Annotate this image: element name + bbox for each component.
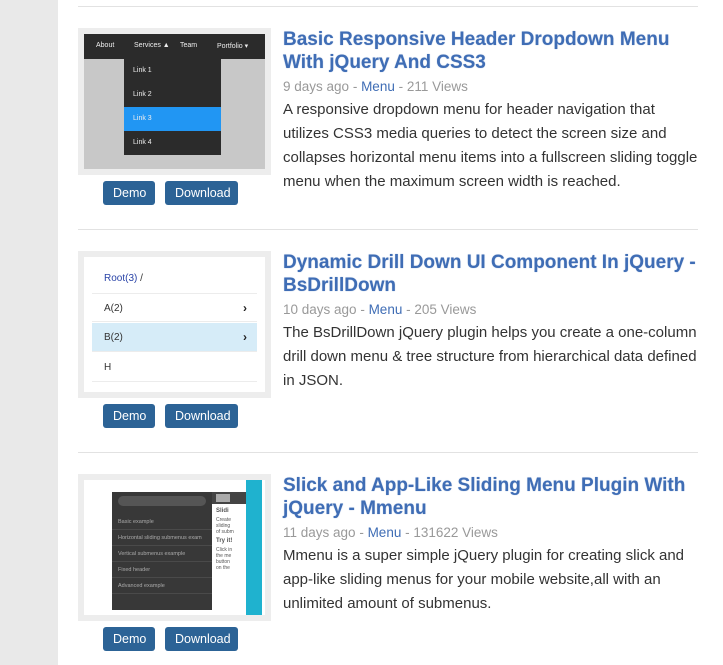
thumb-search-bar: [118, 496, 206, 506]
thumb-heading: Try it!: [216, 538, 233, 544]
download-button[interactable]: Download: [165, 627, 238, 651]
divider: [78, 6, 698, 7]
content-panel: About Services ▲ Team Portfolio ▾ Link 1…: [58, 0, 723, 665]
plugin-title[interactable]: Dynamic Drill Down UI Component In jQuer…: [283, 251, 698, 297]
thumbnail-image[interactable]: Root(3) / A(2) › B(2) › H: [84, 257, 265, 392]
category-link[interactable]: Menu: [369, 302, 403, 317]
thumb-row: B(2) ›: [92, 323, 257, 352]
thumb-text: on the: [216, 565, 230, 571]
demo-button[interactable]: Demo: [103, 404, 155, 428]
view-count: - 211 Views: [394, 79, 468, 94]
thumb-menu-item: Advanced example: [112, 578, 212, 594]
download-button[interactable]: Download: [165, 181, 238, 205]
plugin-meta: 11 days ago - Menu - 131622 Views: [283, 525, 498, 540]
thumb-menu-item: Basic example: [112, 514, 212, 530]
view-count: - 205 Views: [402, 302, 477, 317]
thumb-crumb-separator: /: [137, 273, 143, 284]
thumbnail-image[interactable]: About Services ▲ Team Portfolio ▾ Link 1…: [84, 34, 265, 169]
plugin-description: Mmenu is a super simple jQuery plugin fo…: [283, 547, 685, 612]
thumb-page-content: Slidi Create sliding of subm Try it! Cli…: [212, 504, 246, 610]
thumb-row: H: [92, 353, 257, 382]
thumb-row-label: H: [104, 362, 112, 373]
thumb-link: Link 3: [124, 107, 221, 131]
plugin-title[interactable]: Basic Responsive Header Dropdown Menu Wi…: [283, 28, 698, 74]
thumb-accent-bar: [246, 480, 262, 615]
plugin-description: A responsive dropdown menu for header na…: [283, 101, 698, 190]
demo-button[interactable]: Demo: [103, 627, 155, 651]
thumb-side-menu: Basic example Horizontal sliding submenu…: [112, 492, 212, 610]
plugin-meta: 9 days ago - Menu - 211 Views: [283, 79, 468, 94]
thumb-breadcrumb: Root(3) /: [104, 273, 143, 284]
thumb-link: Link 4: [133, 139, 152, 146]
plugin-title[interactable]: Slick and App-Like Sliding Menu Plugin W…: [283, 474, 698, 520]
thumbnail-frame[interactable]: Root(3) / A(2) › B(2) › H: [78, 251, 271, 398]
plugin-meta: 10 days ago - Menu - 205 Views: [283, 302, 476, 317]
chevron-right-icon: ›: [243, 330, 247, 344]
thumb-link: Link 2: [133, 91, 152, 98]
divider: [78, 452, 698, 453]
thumb-nav-item: Portfolio ▾: [217, 43, 249, 50]
view-count: - 131622 Views: [401, 525, 498, 540]
thumb-nav-item: Services ▲: [134, 42, 170, 49]
category-link[interactable]: Menu: [361, 79, 395, 94]
category-link[interactable]: Menu: [368, 525, 402, 540]
thumb-link: Link 1: [133, 67, 152, 74]
chevron-right-icon: ›: [243, 301, 247, 315]
divider: [78, 229, 698, 230]
download-button[interactable]: Download: [165, 404, 238, 428]
meta-separator: -: [356, 302, 369, 317]
thumb-dropdown: Link 1 Link 2 Link 3 Link 4: [124, 59, 221, 155]
thumb-menu-item: Vertical submenus example: [112, 546, 212, 562]
thumb-nav-item: About: [96, 42, 115, 49]
thumbnail-frame[interactable]: About Services ▲ Team Portfolio ▾ Link 1…: [78, 28, 271, 175]
demo-button[interactable]: Demo: [103, 181, 155, 205]
thumbnail-frame[interactable]: Basic example Horizontal sliding submenu…: [78, 474, 271, 621]
thumb-menu-item: Horizontal sliding submenus exam: [112, 530, 212, 546]
post-age: 9 days ago: [283, 79, 350, 94]
meta-separator: -: [355, 525, 368, 540]
meta-separator: -: [349, 79, 362, 94]
thumb-heading: Slidi: [216, 508, 229, 514]
thumb-nav-item: Team: [180, 42, 198, 49]
thumb-row: A(2) ›: [92, 293, 257, 322]
post-age: 10 days ago: [283, 302, 357, 317]
hamburger-icon: [216, 494, 230, 502]
thumb-crumb-root: Root(3): [104, 273, 138, 284]
thumb-row-label: B(2): [104, 332, 123, 343]
thumb-navbar: About Services ▲ Team Portfolio ▾: [84, 34, 265, 59]
thumb-menu-item: Fixed header: [112, 562, 212, 578]
plugin-description: The BsDrillDown jQuery plugin helps you …: [283, 324, 697, 389]
thumbnail-image[interactable]: Basic example Horizontal sliding submenu…: [84, 480, 265, 615]
thumb-text: of subm: [216, 529, 234, 535]
post-age: 11 days ago: [283, 525, 356, 540]
thumb-row-label: A(2): [104, 303, 123, 314]
